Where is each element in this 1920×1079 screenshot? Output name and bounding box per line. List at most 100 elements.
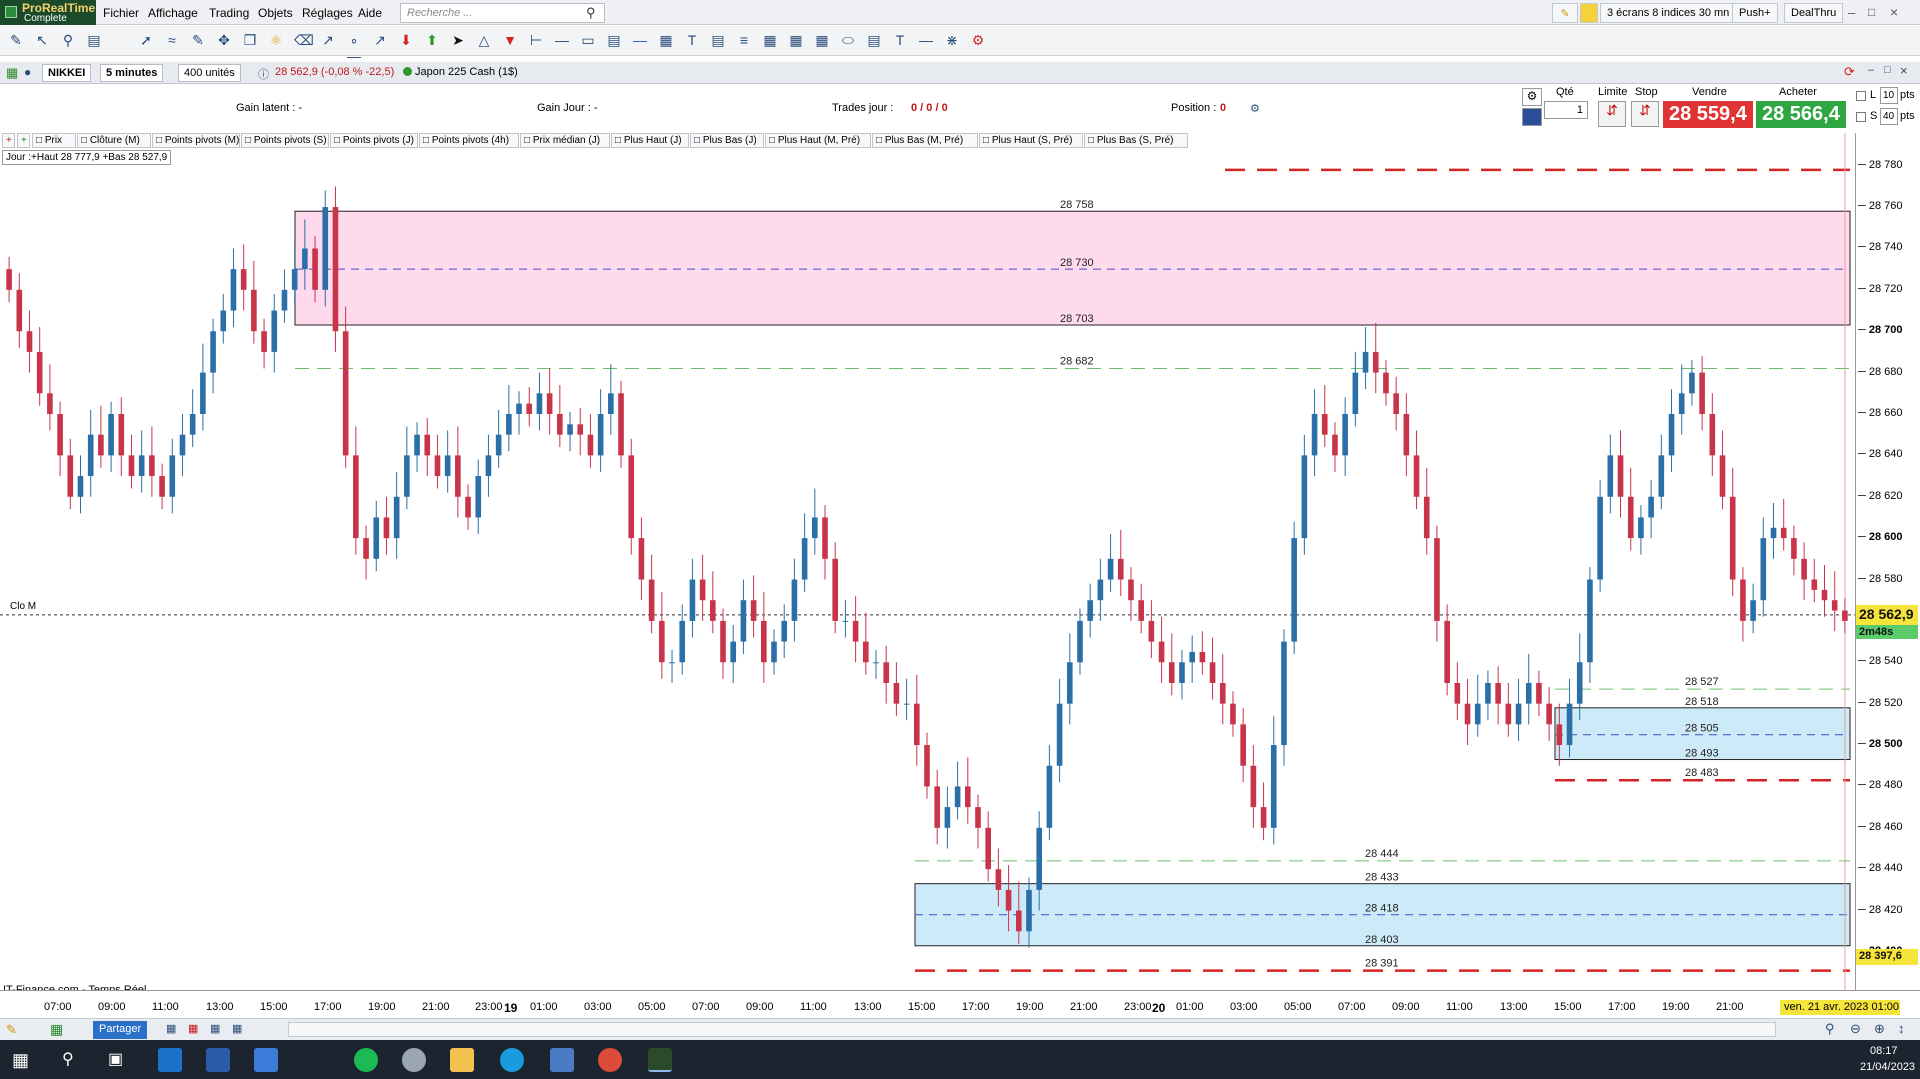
bell-icon[interactable]: ⚛	[268, 32, 284, 48]
pencil-icon[interactable]: ✎	[8, 32, 24, 48]
broker-button[interactable]: DealThru	[1784, 3, 1844, 23]
legend-item[interactable]: □ Plus Bas (M, Pré)	[872, 133, 978, 148]
short-checkbox[interactable]	[1856, 112, 1866, 122]
levels-icon[interactable]: ≡	[736, 32, 752, 48]
calculator-icon[interactable]	[550, 1048, 574, 1072]
prorealtime-taskbar-icon[interactable]	[648, 1048, 672, 1072]
buy-button[interactable]: 28 566,4	[1756, 101, 1846, 128]
chart-style-icon[interactable]: ▦	[50, 1021, 63, 1038]
cycle2-icon[interactable]: ▦	[788, 32, 804, 48]
list-icon[interactable]: ▦	[232, 1022, 242, 1035]
push-button[interactable]: Push+	[1732, 3, 1778, 23]
eraser-icon[interactable]: ⌫	[294, 32, 314, 48]
legend-item[interactable]: □ Plus Haut (M, Pré)	[765, 133, 871, 148]
limit-order-button[interactable]: ⇵	[1598, 101, 1626, 127]
calc-icon[interactable]: ▦	[166, 1022, 176, 1035]
text-icon[interactable]: T	[684, 32, 700, 48]
gann-icon[interactable]: ▦	[658, 32, 674, 48]
table-icon[interactable]: ▦	[188, 1022, 198, 1035]
legend-item[interactable]: □ Plus Bas (J)	[690, 133, 764, 148]
search-taskbar-icon[interactable]: ⚲	[62, 1049, 74, 1069]
task-view-icon[interactable]: ▣	[108, 1049, 123, 1069]
channel-icon[interactable]: ≈	[164, 32, 180, 48]
legend-item[interactable]: □ Plus Haut (J)	[611, 133, 689, 148]
legend-item[interactable]: □ Plus Bas (S, Pré)	[1084, 133, 1188, 148]
file-explorer-icon[interactable]	[450, 1048, 474, 1072]
legend-add-indicator-icon[interactable]: +	[17, 133, 30, 148]
zone-icon[interactable]: ▤	[606, 32, 622, 48]
autoscale-icon[interactable]: ↕	[1898, 1021, 1905, 1036]
copy-icon[interactable]: ❐	[242, 32, 258, 48]
short-points-input[interactable]: 40	[1880, 108, 1898, 125]
range-icon[interactable]: ▤	[710, 32, 726, 48]
stop-order-button[interactable]: ⇵	[1631, 101, 1659, 127]
menu-fichier[interactable]: Fichier	[103, 6, 139, 20]
panel-minimize-icon[interactable]: –	[1868, 64, 1874, 76]
measure-icon[interactable]: ▤	[866, 32, 882, 48]
down-arrow-icon[interactable]: ⬇	[398, 32, 414, 48]
legend-item[interactable]: □ Prix médian (J)	[520, 133, 610, 148]
triangle-icon[interactable]: △	[476, 32, 492, 48]
legend-item[interactable]: □ Points pivots (S)	[241, 133, 329, 148]
legend-add-icon[interactable]: +	[2, 133, 15, 148]
minimize-icon[interactable]: –	[1848, 5, 1855, 20]
qty-input[interactable]: 1	[1544, 101, 1588, 119]
delete-drawings-icon[interactable]: ⚙	[970, 32, 986, 48]
menu-objets[interactable]: Objets	[258, 6, 293, 20]
zoom-out-icon[interactable]: ⊖	[1850, 1021, 1861, 1037]
arrow-line-icon[interactable]: ↗	[320, 32, 336, 48]
horizontal-line-icon[interactable]: —	[554, 32, 570, 48]
close-icon[interactable]: ×	[1890, 4, 1898, 20]
skype-icon[interactable]	[500, 1048, 524, 1072]
symbol-selector[interactable]: NIKKEI	[42, 64, 92, 82]
legend-item[interactable]: □ Clôture (M)	[77, 133, 151, 148]
ticket-settings-icon[interactable]: ⚙	[1522, 88, 1542, 106]
segment-icon[interactable]: ∘—	[346, 32, 362, 64]
up-arrow-icon[interactable]: ⬆	[424, 32, 440, 48]
legend-item[interactable]: □ Points pivots (4h)	[419, 133, 519, 148]
ticket-keyboard-icon[interactable]	[1522, 108, 1542, 126]
chrome-icon[interactable]	[598, 1048, 622, 1072]
panel-close-icon[interactable]: ×	[1900, 63, 1908, 78]
zoom-in-icon[interactable]: ⊕	[1874, 1021, 1885, 1037]
fibonacci-icon[interactable]: ▼	[502, 32, 518, 48]
app-icon-1[interactable]	[158, 1048, 182, 1072]
legend-item[interactable]: □ Points pivots (J)	[330, 133, 418, 148]
menu-affichage[interactable]: Affichage	[148, 6, 198, 20]
magnet-icon[interactable]: ⋇	[944, 32, 960, 48]
horizontal-scrollbar[interactable]	[288, 1022, 1776, 1037]
move-icon[interactable]: ✥	[216, 32, 232, 48]
sync-icon[interactable]: ⟳	[1844, 64, 1855, 80]
sell-button[interactable]: 28 559,4	[1663, 101, 1753, 128]
price-chart[interactable]: 28 758 28 730 28 703 28 518 28 505 28 493 28 4…	[0, 133, 1855, 990]
windows-start-icon[interactable]: ▦	[12, 1050, 29, 1071]
units-selector[interactable]: 400 unités	[178, 64, 241, 82]
fork-icon[interactable]: ⊢	[528, 32, 544, 48]
layout-selector[interactable]: 3 écrans 8 indices 30 mn	[1600, 3, 1737, 23]
rectangle-icon[interactable]: ▭	[580, 32, 596, 48]
cycle3-icon[interactable]: ▦	[814, 32, 830, 48]
store-icon[interactable]	[254, 1048, 278, 1072]
hline-blue-icon[interactable]: —	[632, 32, 648, 48]
long-points-input[interactable]: 10	[1880, 87, 1898, 104]
message-icon[interactable]	[1580, 3, 1598, 23]
menu-reglages[interactable]: Réglages	[302, 6, 353, 20]
cycle-icon[interactable]: ▦	[762, 32, 778, 48]
ellipse-icon[interactable]: ⬭	[840, 32, 856, 48]
word-icon[interactable]	[206, 1048, 230, 1072]
zoom-icon[interactable]: ⚲	[60, 32, 76, 48]
share-button[interactable]: Partager	[93, 1021, 148, 1039]
spotify-icon[interactable]	[354, 1048, 378, 1072]
panel-maximize-icon[interactable]: □	[1884, 64, 1891, 76]
link-icon[interactable]: ●	[24, 65, 31, 79]
pencil-footer-icon[interactable]: ✎	[6, 1022, 17, 1038]
menu-trading[interactable]: Trading	[209, 6, 249, 20]
app-icon-2[interactable]	[402, 1048, 426, 1072]
trendline-icon[interactable]: ➚	[138, 32, 154, 48]
screener-icon[interactable]: ▦	[210, 1022, 220, 1035]
line-icon[interactable]: —	[918, 32, 934, 48]
chart-type-icon[interactable]: ▦	[6, 65, 18, 81]
zoom-fit-icon[interactable]: ⚲	[1825, 1021, 1835, 1037]
brush-icon[interactable]: ✎	[190, 32, 206, 48]
legend-item[interactable]: □ Prix	[32, 133, 76, 148]
